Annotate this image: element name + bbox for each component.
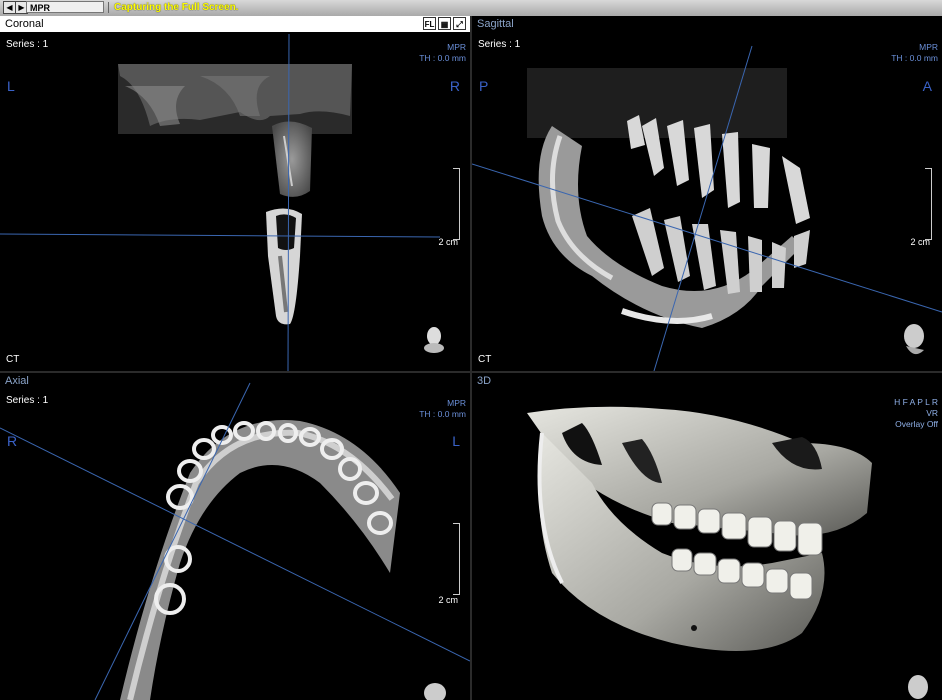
axial-scale-bar (453, 523, 460, 595)
maximize-icon[interactable]: ⤢ (453, 17, 466, 30)
vr3d-orientation-labels[interactable]: H F A P L R (894, 397, 938, 408)
viewport-divider-vertical[interactable] (470, 16, 472, 700)
top-toolbar: ◀ ▶ MPR Capturing the Full Screen. (0, 0, 942, 17)
axial-viewport[interactable]: Axial Series : 1 MPR TH : 0.0 mm R L 2 c… (0, 373, 470, 700)
axial-orient-right: L (452, 433, 460, 449)
axial-info-mode: MPR (447, 398, 466, 408)
sagittal-scale-bar (925, 168, 932, 240)
sagittal-image (472, 45, 942, 371)
coronal-orient-right: R (449, 78, 460, 94)
sagittal-orient-right: A (922, 78, 932, 94)
axial-scale: 2 cm (438, 595, 458, 605)
sagittal-info: MPR TH : 0.0 mm (891, 42, 938, 64)
axial-series: Series : 1 (6, 395, 49, 406)
axial-image (0, 382, 470, 700)
status-text: Capturing the Full Screen. (114, 2, 239, 13)
coronal-head-orientation-icon (418, 322, 448, 356)
sagittal-head-orientation-icon (896, 320, 930, 360)
axial-title[interactable]: Axial (0, 373, 29, 389)
coronal-image (0, 33, 441, 371)
coronal-orient-left: L (7, 78, 15, 94)
sagittal-modality: CT (478, 354, 492, 365)
coronal-viewport[interactable]: Coronal FL ▦ ⤢ Series : 1 MPR TH : 0.0 m… (0, 16, 470, 371)
sagittal-info-mode: MPR (919, 42, 938, 52)
vr3d-head-orientation-icon (900, 669, 934, 700)
sagittal-orient-left: P (479, 78, 489, 94)
sagittal-series: Series : 1 (478, 39, 521, 50)
axial-head-orientation-icon (420, 673, 450, 700)
coronal-series: Series : 1 (6, 39, 49, 50)
coronal-info-thickness: TH : 0.0 mm (419, 53, 466, 63)
sagittal-scale: 2 cm (910, 237, 930, 247)
axial-orient-left: R (7, 433, 18, 449)
coronal-title-icons: FL ▦ ⤢ (423, 17, 466, 31)
fl-button[interactable]: FL (423, 17, 436, 30)
coronal-scale-bar (453, 168, 460, 240)
axial-info-thickness: TH : 0.0 mm (419, 409, 466, 419)
sagittal-title[interactable]: Sagittal (472, 16, 514, 32)
coronal-info: MPR TH : 0.0 mm (419, 42, 466, 64)
vr3d-render-mode: VR (926, 408, 938, 418)
vr3d-title[interactable]: 3D (472, 373, 491, 389)
sagittal-info-thickness: TH : 0.0 mm (891, 53, 938, 63)
coronal-title[interactable]: Coronal (0, 16, 470, 32)
vr3d-image (527, 406, 872, 651)
coronal-modality: CT (6, 354, 20, 365)
vr3d-viewport[interactable]: 3D H F A P L R VR Overlay Off (472, 373, 942, 700)
grid-icon[interactable]: ▦ (438, 17, 451, 30)
sagittal-viewport[interactable]: Sagittal Series : 1 MPR TH : 0.0 mm P A … (472, 16, 942, 371)
vr3d-info: H F A P L R VR Overlay Off (894, 397, 938, 430)
coronal-scale: 2 cm (438, 237, 458, 247)
axial-info: MPR TH : 0.0 mm (419, 398, 466, 420)
vr3d-overlay-status[interactable]: Overlay Off (894, 419, 938, 430)
mode-selector[interactable]: MPR (26, 1, 104, 13)
viewport-divider-horizontal[interactable] (0, 371, 942, 373)
coronal-info-mode: MPR (447, 42, 466, 52)
toolbar-separator (108, 2, 109, 13)
